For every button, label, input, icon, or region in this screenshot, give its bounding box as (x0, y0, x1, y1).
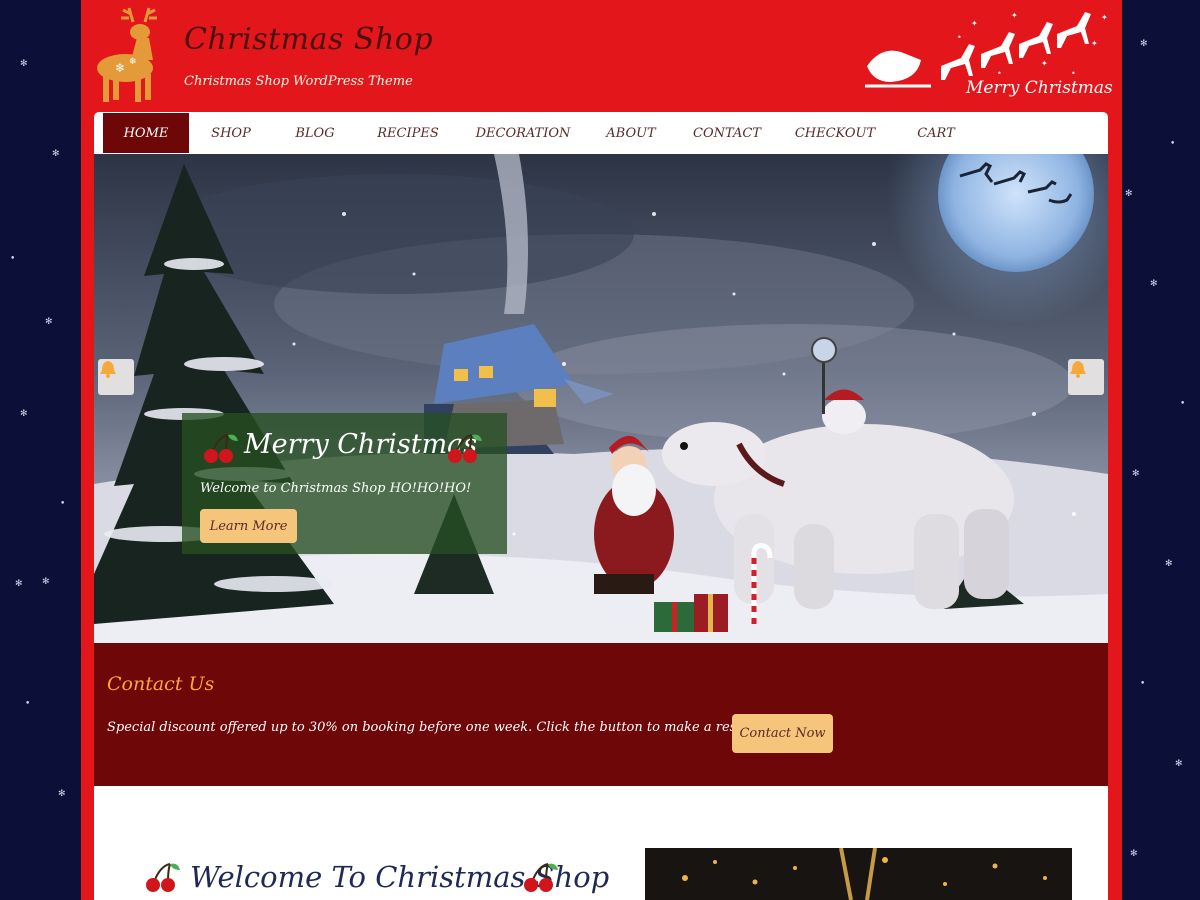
slider-caption-subtitle: Welcome to Christmas Shop HO!HO!HO! (200, 481, 472, 496)
svg-text:✦: ✦ (1101, 13, 1108, 22)
slider-next-button[interactable] (1068, 359, 1104, 395)
merry-christmas-header-text: Merry Christmas (966, 78, 1113, 98)
site-title[interactable]: Christmas Shop (184, 22, 433, 57)
contact-title: Contact Us (107, 673, 215, 695)
cherry-icon (448, 434, 482, 463)
welcome-lights-image (645, 848, 1072, 900)
svg-text:✦: ✦ (1011, 11, 1018, 20)
svg-text:✦: ✦ (1041, 59, 1048, 68)
nav-item-contact[interactable]: CONTACT (675, 113, 779, 153)
svg-text:❄: ❄ (115, 61, 125, 75)
contact-now-button[interactable]: Contact Now (732, 714, 833, 753)
welcome-section: Welcome To Christmas Shop (94, 786, 1108, 900)
cherry-icon (524, 863, 558, 892)
nav-item-shop[interactable]: SHOP (189, 113, 273, 153)
nav-item-blog[interactable]: BLOG (273, 113, 357, 153)
contact-description: Special discount offered up to 30% on bo… (107, 720, 796, 735)
nav-item-recipes[interactable]: RECIPES (357, 113, 459, 153)
cherry-icon (146, 863, 180, 892)
page-container: ❄ ❄ Christmas Shop Christmas Shop WordPr… (81, 0, 1122, 900)
main-navigation: HOME SHOP BLOG RECIPES DECORATION ABOUT … (94, 112, 1108, 154)
reindeer-logo-icon[interactable]: ❄ ❄ (93, 4, 173, 104)
svg-text:•: • (997, 69, 1002, 78)
contact-section: Contact Us Special discount offered up t… (94, 643, 1108, 786)
site-tagline: Christmas Shop WordPress Theme (184, 74, 413, 89)
nav-item-checkout[interactable]: CHECKOUT (779, 113, 891, 153)
nav-item-home[interactable]: HOME (103, 113, 189, 153)
slider-caption-title: Merry Christmas (244, 429, 478, 460)
slider-prev-button[interactable] (98, 359, 134, 395)
bell-icon (1070, 361, 1086, 378)
cherry-icon (204, 434, 238, 463)
nav-item-about[interactable]: ABOUT (587, 113, 675, 153)
learn-more-button[interactable]: Learn More (200, 509, 297, 543)
hero-winter-scene-image (94, 154, 1108, 643)
bell-icon (100, 361, 116, 378)
nav-item-decoration[interactable]: DECORATION (459, 113, 587, 153)
svg-text:✦: ✦ (1091, 39, 1098, 48)
hero-slider: Merry Christmas Welcome to Christmas Sho… (94, 154, 1108, 643)
svg-text:•: • (1071, 69, 1076, 78)
svg-text:•: • (957, 33, 962, 42)
svg-text:❄: ❄ (129, 57, 137, 67)
svg-text:✦: ✦ (971, 19, 978, 28)
nav-item-cart[interactable]: CART (891, 113, 981, 153)
slider-caption: Merry Christmas Welcome to Christmas Sho… (182, 413, 507, 554)
